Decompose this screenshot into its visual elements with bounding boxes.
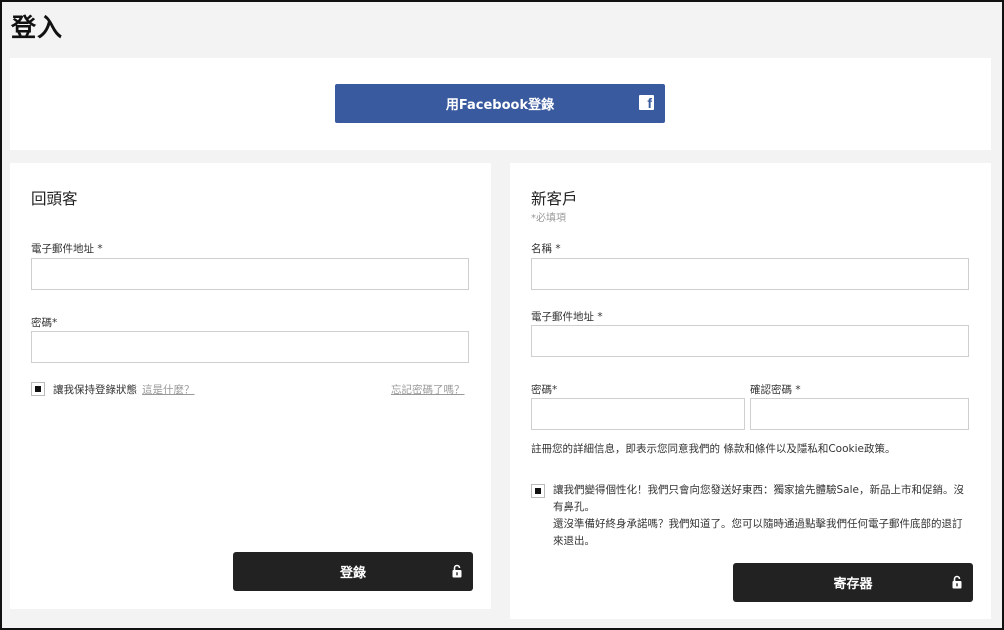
lock-icon [452, 564, 462, 578]
register-email-label: 電子郵件地址 * [531, 311, 603, 323]
remember-me-checkbox[interactable] [31, 382, 45, 396]
lock-icon [952, 575, 962, 589]
personalize-checkbox[interactable] [531, 484, 545, 498]
register-button[interactable]: 寄存器 [733, 563, 973, 602]
page-title: 登入 [11, 13, 64, 42]
returning-customer-panel: 回頭客 電子郵件地址 * 密碼* 讓我保持登錄狀態 這是什麼？ 忘記密碼了嗎？ … [10, 163, 491, 609]
personalize-text: 讓我們變得個性化！我們只會向您發送好東西：獨家搶先體驗Sale，新品上市和促銷。… [553, 482, 971, 550]
facebook-icon: f [639, 95, 654, 110]
whats-this-link[interactable]: 這是什麼？ [142, 382, 195, 397]
new-customer-panel: 新客戶 *必填項 名稱 * 電子郵件地址 * 密碼* 確認密碼 * 註冊您的詳細… [510, 163, 991, 619]
required-note: *必填項 [531, 213, 566, 224]
confirm-password-input[interactable] [750, 398, 969, 430]
new-customer-title: 新客戶 [531, 190, 578, 208]
remember-me-label: 讓我保持登錄狀態 [53, 384, 137, 396]
facebook-login-button[interactable]: 用Facebook登錄 f [335, 84, 665, 123]
register-password-input[interactable] [531, 398, 745, 430]
register-button-label: 寄存器 [833, 577, 873, 592]
forgot-password-link[interactable]: 忘記密碼了嗎？ [391, 382, 465, 397]
login-email-label: 電子郵件地址 * [31, 243, 103, 255]
terms-text: 註冊您的詳細信息，即表示您同意我們的 條款和條件以及隱私和Cookie政策。 [531, 443, 896, 455]
facebook-login-panel: 用Facebook登錄 f [10, 58, 991, 150]
login-button[interactable]: 登錄 [233, 552, 473, 591]
register-email-input[interactable] [531, 325, 969, 357]
personalize-text-line2: 還沒準備好終身承諾嗎？我們知道了。您可以隨時通過點擊我們任何電子郵件底部的退訂來… [553, 518, 963, 547]
confirm-password-label: 確認密碼 * [750, 384, 801, 396]
login-email-input[interactable] [31, 258, 469, 290]
facebook-login-label: 用Facebook登錄 [445, 98, 555, 113]
register-password-label: 密碼* [531, 384, 558, 396]
login-password-label: 密碼* [31, 317, 58, 329]
login-button-label: 登錄 [339, 566, 366, 581]
register-name-label: 名稱 * [531, 243, 561, 255]
register-name-input[interactable] [531, 258, 969, 290]
personalize-text-line1: 讓我們變得個性化！我們只會向您發送好東西：獨家搶先體驗Sale，新品上市和促銷。… [553, 484, 964, 513]
returning-customer-title: 回頭客 [31, 190, 78, 208]
login-password-input[interactable] [31, 331, 469, 363]
